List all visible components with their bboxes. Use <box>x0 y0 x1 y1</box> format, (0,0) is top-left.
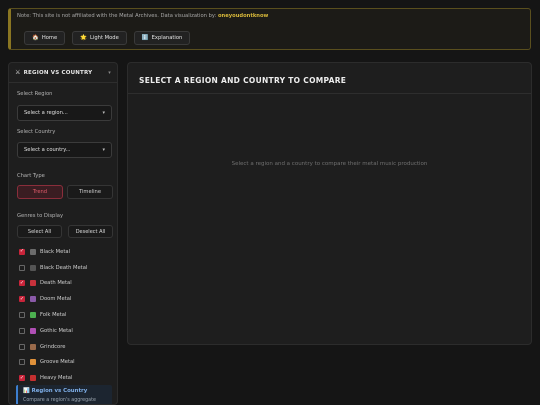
chevron-down-icon[interactable]: ▾ <box>108 70 111 76</box>
empty-state-message: Select a region and a country to compare… <box>231 161 428 167</box>
main-panel: SELECT A REGION AND COUNTRY TO COMPARE S… <box>127 62 532 345</box>
genre-label: Heavy Metal <box>40 375 73 382</box>
genre-color-swatch <box>30 343 36 350</box>
deselect-all-button[interactable]: Deselect All <box>68 225 113 238</box>
author-link[interactable]: oneyoudontknow <box>218 13 268 19</box>
country-label: Select Country <box>17 129 56 135</box>
genre-bulk-actions: Select All Deselect All <box>17 225 113 238</box>
disclaimer-banner: Note: This site is not affiliated with t… <box>8 8 531 50</box>
country-select[interactable]: Select a country... ▾ <box>17 142 112 158</box>
chevron-down-icon: ▾ <box>102 147 105 153</box>
explanation-button[interactable]: ℹ️ Explanation <box>133 31 191 45</box>
genre-item[interactable]: ✓ Doom Metal <box>19 291 115 307</box>
genre-label: Gothic Metal <box>40 327 73 334</box>
genre-item[interactable]: Groove Metal <box>19 355 115 371</box>
genre-item[interactable]: ✓ Death Metal <box>19 276 115 292</box>
info-text: Compare a region's aggregate <box>23 398 96 403</box>
home-icon: 🏠 <box>32 35 39 41</box>
genre-checkbox[interactable]: ✓ <box>19 280 25 287</box>
sidebar-header[interactable]: ⚔ REGION VS COUNTRY ▾ <box>9 63 117 83</box>
country-select-value: Select a country... <box>24 147 71 153</box>
genre-label: Black Metal <box>40 248 71 255</box>
genre-checkbox[interactable] <box>19 343 25 350</box>
genre-checkbox[interactable] <box>19 264 25 271</box>
timeline-button[interactable]: Timeline <box>67 185 113 199</box>
banner-note-text: Note: This site is not affiliated with t… <box>17 13 218 19</box>
genre-color-swatch <box>30 248 36 255</box>
light-mode-button[interactable]: 🌟 Light Mode <box>72 31 127 45</box>
genre-list: ✓ Black Metal Black Death Metal ✓ Death Meta… <box>19 244 115 386</box>
genre-color-swatch <box>30 280 36 287</box>
chevron-down-icon: ▾ <box>102 110 105 116</box>
sidebar-title: REGION VS COUNTRY <box>23 69 93 76</box>
genre-item[interactable]: Grindcore <box>19 339 115 355</box>
select-all-button[interactable]: Select All <box>17 225 62 238</box>
info-box: 📊 Region vs Country Compare a region's a… <box>16 385 112 404</box>
genre-checkbox[interactable] <box>19 327 25 334</box>
trend-button[interactable]: Trend <box>17 185 63 199</box>
info-title: 📊 Region vs Country <box>23 388 88 394</box>
genre-color-swatch <box>30 359 36 366</box>
genre-checkbox[interactable]: ✓ <box>19 375 25 382</box>
genre-checkbox[interactable]: ✓ <box>19 248 25 255</box>
genre-item[interactable]: Gothic Metal <box>19 323 115 339</box>
genre-checkbox[interactable] <box>19 359 25 366</box>
region-label: Select Region <box>17 91 53 97</box>
genre-checkbox[interactable] <box>19 312 25 319</box>
banner-note: Note: This site is not affiliated with t… <box>17 13 524 20</box>
genre-item[interactable]: Black Death Metal <box>19 260 115 276</box>
home-label: Home <box>41 35 58 41</box>
info-icon: ℹ️ <box>141 35 149 41</box>
genre-label: Black Death Metal <box>40 264 88 271</box>
genre-color-swatch <box>30 375 36 382</box>
genre-label: Groove Metal <box>40 359 75 366</box>
home-button[interactable]: 🏠 Home <box>24 31 66 45</box>
region-select[interactable]: Select a region... ▾ <box>17 105 112 121</box>
sun-icon: 🌟 <box>80 35 88 41</box>
genre-color-swatch <box>30 327 36 334</box>
genres-label: Genres to Display <box>17 213 64 219</box>
genre-color-swatch <box>30 264 36 271</box>
region-select-value: Select a region... <box>24 110 68 116</box>
genre-label: Grindcore <box>40 343 66 350</box>
genre-item[interactable]: ✓ Heavy Metal <box>19 370 115 386</box>
chart-type-label: Chart Type <box>17 173 45 179</box>
genre-item[interactable]: ✓ Black Metal <box>19 244 115 260</box>
genre-label: Folk Metal <box>40 312 67 319</box>
genre-label: Death Metal <box>40 280 72 287</box>
light-mode-label: Light Mode <box>90 35 119 41</box>
sidebar: ⚔ REGION VS COUNTRY ▾ Select Region Sele… <box>8 62 118 405</box>
crossed-swords-icon: ⚔ <box>15 69 21 76</box>
banner-nav: 🏠 Home 🌟 Light Mode ℹ️ Explanation <box>24 31 191 45</box>
divider <box>128 93 531 94</box>
page-title: SELECT A REGION AND COUNTRY TO COMPARE <box>139 76 347 85</box>
genre-label: Doom Metal <box>40 296 72 303</box>
genre-color-swatch <box>30 312 36 319</box>
explanation-label: Explanation <box>151 35 183 41</box>
genre-item[interactable]: Folk Metal <box>19 307 115 323</box>
genre-checkbox[interactable]: ✓ <box>19 296 25 303</box>
genre-color-swatch <box>30 296 36 303</box>
chart-type-toggle: Trend Timeline <box>17 185 113 199</box>
info-title-text: Region vs Country <box>31 388 88 394</box>
